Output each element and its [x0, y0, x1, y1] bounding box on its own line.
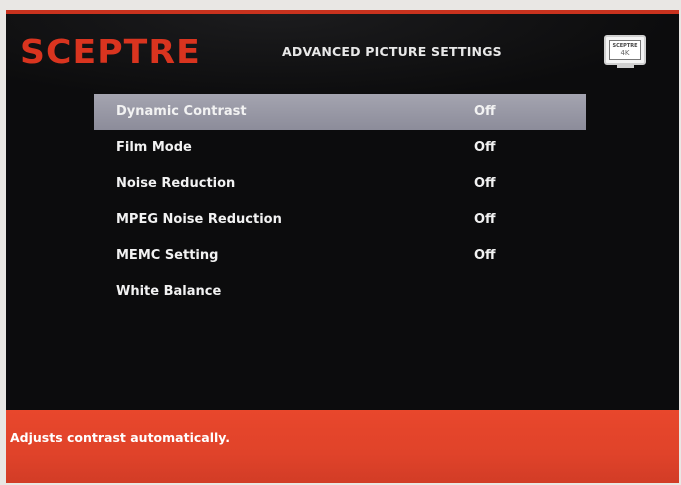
menu-item-film-mode[interactable]: Film Mode Off — [94, 130, 586, 166]
menu-item-label: White Balance — [116, 284, 222, 299]
help-text: Adjusts contrast automatically. — [10, 430, 231, 445]
badge-resolution-label: 4K — [620, 49, 630, 57]
menu-item-label: Film Mode — [116, 140, 192, 155]
menu-item-noise-reduction[interactable]: Noise Reduction Off — [94, 166, 586, 202]
menu-item-memc-setting[interactable]: MEMC Setting Off — [94, 238, 586, 274]
menu-item-value: Off — [474, 212, 496, 227]
menu-item-label: Noise Reduction — [116, 176, 236, 191]
menu-item-mpeg-noise-reduction[interactable]: MPEG Noise Reduction Off — [94, 202, 586, 238]
brand-logo: SCEPTRE — [20, 32, 201, 71]
menu-item-label: Dynamic Contrast — [116, 104, 247, 119]
menu-item-white-balance[interactable]: White Balance — [94, 274, 586, 310]
settings-menu: Dynamic Contrast Off Film Mode Off Noise… — [94, 94, 586, 310]
menu-item-value: Off — [474, 104, 496, 119]
menu-item-value: Off — [474, 176, 496, 191]
menu-item-label: MEMC Setting — [116, 248, 219, 263]
tv-stand-icon — [617, 65, 634, 68]
help-bar: Adjusts contrast automatically. — [6, 410, 679, 483]
tv-4k-icon: SCEPTRE 4K — [604, 35, 646, 65]
menu-item-value: Off — [474, 248, 496, 263]
menu-item-value: Off — [474, 140, 496, 155]
menu-item-label: MPEG Noise Reduction — [116, 212, 282, 227]
page-title: ADVANCED PICTURE SETTINGS — [282, 44, 502, 59]
menu-item-dynamic-contrast[interactable]: Dynamic Contrast Off — [94, 94, 586, 130]
tv-screen: SCEPTRE ADVANCED PICTURE SETTINGS SCEPTR… — [6, 10, 679, 483]
